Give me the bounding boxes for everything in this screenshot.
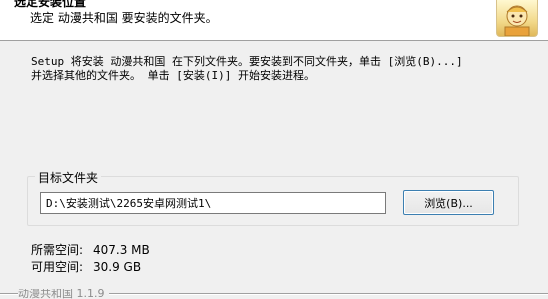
space-required-label: 所需空间: bbox=[31, 243, 84, 257]
browse-button[interactable]: 浏览(B)... bbox=[403, 190, 494, 215]
app-mascot-icon bbox=[496, 0, 538, 37]
header-subtitle: 选定 动漫共和国 要安装的文件夹。 bbox=[30, 11, 218, 25]
branding-text: 动漫共和国 1.1.9 bbox=[18, 289, 109, 299]
description-line-2: 并选择其他的文件夹。 单击 [安装(I)] 开始安装进程。 bbox=[31, 69, 315, 82]
space-required-value: 407.3 MB bbox=[93, 243, 150, 257]
space-available-label: 可用空间: bbox=[31, 260, 84, 274]
space-available-row: 可用空间: 30.9 GB bbox=[31, 258, 141, 275]
branding-footer: 动漫共和国 1.1.9 bbox=[0, 289, 548, 299]
space-required-row: 所需空间: 407.3 MB bbox=[31, 241, 150, 258]
space-available-value: 30.9 GB bbox=[93, 260, 142, 274]
header-banner: 选定安装位置 选定 动漫共和国 要安装的文件夹。 bbox=[0, 0, 548, 41]
destination-path-input[interactable] bbox=[40, 192, 386, 214]
install-description: Setup 将安装 动漫共和国 在下列文件夹。要安装到不同文件夹，单击 [浏览(… bbox=[31, 55, 531, 83]
destination-folder-label: 目标文件夹 bbox=[35, 169, 102, 186]
description-line-1: Setup 将安装 动漫共和国 在下列文件夹。要安装到不同文件夹，单击 [浏览(… bbox=[31, 55, 463, 68]
